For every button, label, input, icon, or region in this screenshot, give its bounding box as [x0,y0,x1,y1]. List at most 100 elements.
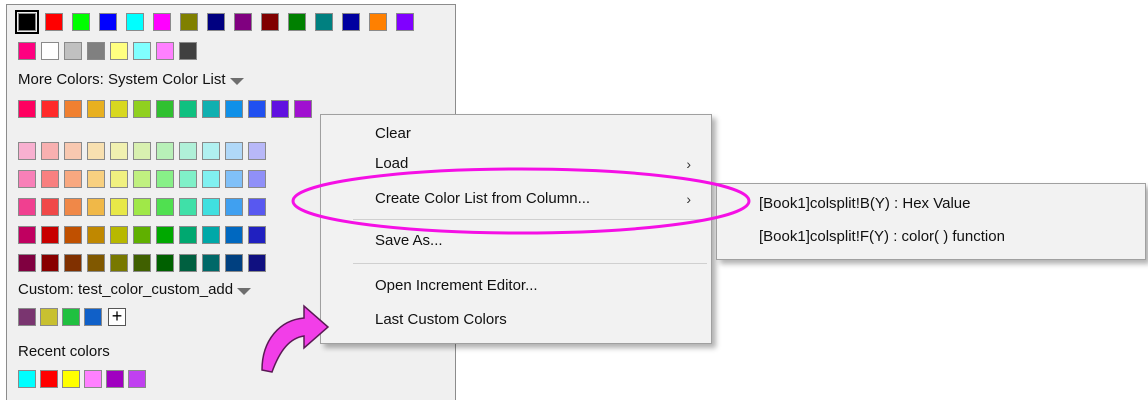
color-swatch[interactable] [179,100,197,118]
color-swatch[interactable] [133,42,151,60]
color-swatch[interactable] [110,198,128,216]
color-swatch[interactable] [225,100,243,118]
menu-item-save-as[interactable]: Save As... [321,226,711,256]
color-swatch[interactable] [202,170,220,188]
color-swatch[interactable] [18,42,36,60]
menu-item-create-color-list[interactable]: Create Color List from Column... › [321,184,711,214]
color-swatch[interactable] [156,198,174,216]
color-swatch[interactable] [41,170,59,188]
color-swatch[interactable] [202,100,220,118]
color-swatch[interactable] [156,142,174,160]
color-swatch[interactable] [179,42,197,60]
color-swatch[interactable] [156,226,174,244]
color-swatch[interactable] [64,170,82,188]
color-swatch[interactable] [133,142,151,160]
color-swatch[interactable] [202,226,220,244]
recent-color-swatch[interactable] [18,370,36,388]
submenu-item-color-function[interactable]: [Book1]colsplit!F(Y) : color( ) function [717,222,1145,252]
color-swatch[interactable] [180,13,198,31]
color-swatch[interactable] [45,13,63,31]
color-swatch[interactable] [156,170,174,188]
color-swatch[interactable] [156,254,174,272]
color-swatch[interactable] [18,254,36,272]
color-swatch[interactable] [207,13,225,31]
color-swatch[interactable] [41,42,59,60]
color-swatch[interactable] [294,100,312,118]
color-swatch[interactable] [18,100,36,118]
custom-colors-dropdown[interactable]: Custom: test_color_custom_add [18,281,252,298]
color-swatch[interactable] [64,254,82,272]
recent-color-swatch[interactable] [106,370,124,388]
color-swatch[interactable] [248,198,266,216]
color-swatch[interactable] [15,10,39,34]
color-swatch[interactable] [225,254,243,272]
color-swatch[interactable] [64,100,82,118]
color-swatch[interactable] [179,254,197,272]
color-swatch[interactable] [87,226,105,244]
color-swatch[interactable] [87,254,105,272]
recent-color-swatch[interactable] [40,370,58,388]
color-swatch[interactable] [369,13,387,31]
color-swatch[interactable] [87,42,105,60]
color-swatch[interactable] [225,142,243,160]
color-swatch[interactable] [110,170,128,188]
custom-color-swatch[interactable] [62,308,80,326]
menu-item-clear[interactable]: Clear [321,119,711,149]
custom-color-swatch[interactable] [84,308,102,326]
color-swatch[interactable] [87,100,105,118]
color-swatch[interactable] [248,142,266,160]
color-swatch[interactable] [133,170,151,188]
color-swatch[interactable] [41,226,59,244]
color-swatch[interactable] [179,170,197,188]
color-swatch[interactable] [41,254,59,272]
add-custom-color-button[interactable]: + [108,307,126,326]
color-swatch[interactable] [156,100,174,118]
color-swatch[interactable] [18,198,36,216]
color-swatch[interactable] [133,198,151,216]
color-swatch[interactable] [288,13,306,31]
more-colors-dropdown[interactable]: More Colors: System Color List [18,71,244,88]
color-swatch[interactable] [64,42,82,60]
color-swatch[interactable] [248,100,266,118]
color-swatch[interactable] [133,100,151,118]
color-swatch[interactable] [248,226,266,244]
menu-item-last-custom-colors[interactable]: Last Custom Colors [321,305,711,335]
menu-item-open-increment-editor[interactable]: Open Increment Editor... [321,271,711,301]
color-swatch[interactable] [261,13,279,31]
color-swatch[interactable] [133,254,151,272]
color-swatch[interactable] [87,198,105,216]
color-swatch[interactable] [126,13,144,31]
color-swatch[interactable] [64,226,82,244]
submenu-item-hex-value[interactable]: [Book1]colsplit!B(Y) : Hex Value [717,189,1145,219]
color-swatch[interactable] [18,142,36,160]
color-swatch[interactable] [41,142,59,160]
color-swatch[interactable] [271,100,289,118]
color-swatch[interactable] [64,198,82,216]
custom-color-swatch[interactable] [18,308,36,326]
color-swatch[interactable] [234,13,252,31]
color-swatch[interactable] [179,198,197,216]
color-swatch[interactable] [41,198,59,216]
color-swatch[interactable] [72,13,90,31]
color-swatch[interactable] [133,226,151,244]
color-swatch[interactable] [64,142,82,160]
color-swatch[interactable] [248,170,266,188]
color-swatch[interactable] [179,226,197,244]
color-swatch[interactable] [153,13,171,31]
color-swatch[interactable] [18,170,36,188]
color-swatch[interactable] [225,170,243,188]
color-swatch[interactable] [110,226,128,244]
color-swatch[interactable] [315,13,333,31]
color-swatch[interactable] [41,100,59,118]
color-swatch[interactable] [179,142,197,160]
color-swatch[interactable] [396,13,414,31]
color-swatch[interactable] [87,142,105,160]
color-swatch[interactable] [202,142,220,160]
color-swatch[interactable] [248,254,266,272]
menu-item-load[interactable]: Load › [321,149,711,179]
color-swatch[interactable] [87,170,105,188]
recent-color-swatch[interactable] [84,370,102,388]
color-swatch[interactable] [18,226,36,244]
color-swatch[interactable] [110,254,128,272]
color-swatch[interactable] [110,100,128,118]
